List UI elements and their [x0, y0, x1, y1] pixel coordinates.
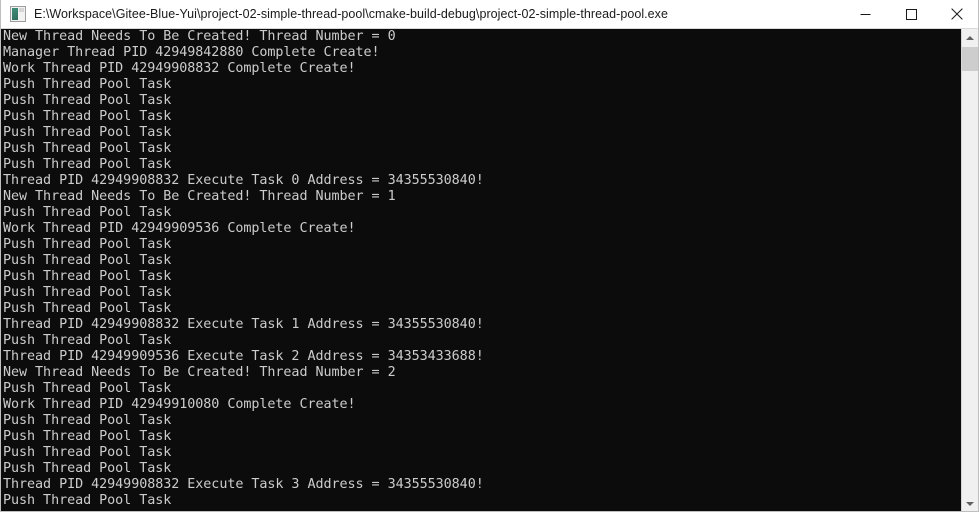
console-line: Work Thread PID 42949909536 Complete Cre…: [3, 221, 356, 236]
console-line: Push Thread Pool Task: [3, 93, 172, 108]
console-line: Push Thread Pool Task: [3, 157, 172, 172]
console-line: Manager Thread PID 42949842880 Complete …: [3, 45, 380, 60]
minimize-icon: [860, 13, 870, 15]
console-line: Push Thread Pool Task: [3, 109, 172, 124]
console-line: Push Thread Pool Task: [3, 445, 172, 460]
console-line: Push Thread Pool Task: [3, 413, 172, 428]
console-line: Thread PID 42949909536 Execute Task 2 Ad…: [3, 349, 484, 364]
console-line: Push Thread Pool Task: [3, 205, 172, 220]
chevron-up-icon: [966, 35, 974, 40]
minimize-button[interactable]: [842, 0, 888, 29]
scroll-up-button[interactable]: [962, 29, 978, 46]
maximize-icon: [905, 8, 917, 20]
console-line: Push Thread Pool Task: [3, 141, 172, 156]
maximize-button[interactable]: [888, 0, 934, 29]
console-line: Thread PID 42949908832 Execute Task 0 Ad…: [3, 173, 484, 188]
console-output[interactable]: New Thread Needs To Be Created! Thread N…: [1, 29, 963, 511]
caption-button-group: [842, 0, 978, 29]
chevron-down-icon: [966, 501, 974, 506]
console-line: Push Thread Pool Task: [3, 77, 172, 92]
console-line: New Thread Needs To Be Created! Thread N…: [3, 365, 396, 380]
console-line: Push Thread Pool Task: [3, 285, 172, 300]
scrollbar-thumb[interactable]: [962, 47, 978, 71]
console-app-icon: [10, 6, 26, 22]
console-line: Work Thread PID 42949908832 Complete Cre…: [3, 61, 356, 76]
console-line: Push Thread Pool Task: [3, 253, 172, 268]
window-title: E:\Workspace\Gitee-Blue-Yui\project-02-s…: [34, 6, 668, 21]
console-line: Push Thread Pool Task: [3, 269, 172, 284]
console-line: New Thread Needs To Be Created! Thread N…: [3, 189, 396, 204]
console-line: Push Thread Pool Task: [3, 429, 172, 444]
console-line: New Thread Needs To Be Created! Thread N…: [3, 29, 396, 44]
console-line: Thread PID 42949908832 Execute Task 3 Ad…: [3, 477, 484, 492]
close-button[interactable]: [934, 0, 978, 29]
console-line: Push Thread Pool Task: [3, 333, 172, 348]
console-line: Thread PID 42949908832 Execute Task 1 Ad…: [3, 317, 484, 332]
title-bar[interactable]: E:\Workspace\Gitee-Blue-Yui\project-02-s…: [1, 0, 978, 29]
console-line: Push Thread Pool Task: [3, 381, 172, 396]
scroll-down-button[interactable]: [962, 495, 978, 511]
console-line: Push Thread Pool Task: [3, 301, 172, 316]
vertical-scrollbar[interactable]: [961, 29, 978, 511]
console-line: Work Thread PID 42949910080 Complete Cre…: [3, 397, 356, 412]
console-line: Push Thread Pool Task: [3, 125, 172, 140]
console-line: Push Thread Pool Task: [3, 237, 172, 252]
console-line: Push Thread Pool Task: [3, 461, 172, 476]
console-line: Push Thread Pool Task: [3, 493, 172, 508]
close-icon: [951, 8, 963, 20]
console-window: E:\Workspace\Gitee-Blue-Yui\project-02-s…: [0, 0, 979, 512]
